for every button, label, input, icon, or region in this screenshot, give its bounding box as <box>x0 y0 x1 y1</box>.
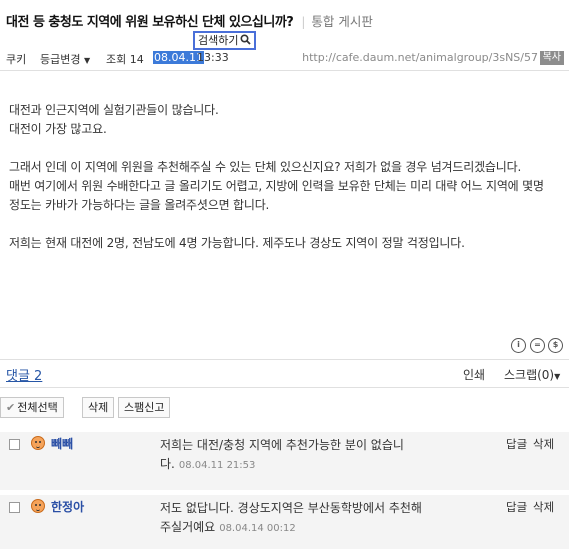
comment-delete-button[interactable]: 삭제 <box>533 499 554 515</box>
cc-nc-icon[interactable]: $ <box>548 338 563 353</box>
comment-author[interactable]: 빼빼 <box>51 435 73 452</box>
comment-reply-button[interactable]: 답글 <box>506 436 527 452</box>
scrap-dropdown[interactable]: 스크랩(0)▼ <box>504 366 560 383</box>
select-all-button[interactable]: ✔ 전체선택 <box>0 397 64 418</box>
post-url[interactable]: http://cafe.daum.net/animalgroup/3sNS/57 <box>302 51 538 64</box>
spam-report-button[interactable]: 스팸신고 <box>118 397 171 418</box>
body-line: 저희는 현재 대전에 2명, 전남도에 4명 가능합니다. 제주도나 경상도 지… <box>9 236 465 250</box>
checkmark-icon: ✔ <box>6 401 16 414</box>
search-icon <box>240 34 251 49</box>
comment-delete-button[interactable]: 삭제 <box>533 436 554 452</box>
title-row: 대전 등 충청도 지역에 위원 보유하신 단체 있으십니까? | 통합 게시판 <box>6 11 566 31</box>
view-count: 조회 14 <box>106 53 144 66</box>
grade-change-dropdown[interactable]: 등급변경 ▼ <box>40 51 90 67</box>
divider <box>0 70 569 71</box>
delete-button[interactable]: 삭제 <box>82 397 115 418</box>
cc-nd-icon[interactable]: = <box>530 338 545 353</box>
body-line: 그래서 인데 이 지역에 위원을 추천해주실 수 있는 단체 있으신지요? 저희… <box>9 160 522 174</box>
cc-by-icon[interactable]: i <box>511 338 526 353</box>
post-body: 대전과 인근지역에 실험기관들이 많습니다. 대전이 가장 많고요. 그래서 인… <box>9 101 557 253</box>
body-blank-line <box>9 215 557 234</box>
body-line: 대전이 가장 많고요. <box>9 122 107 136</box>
comment-author[interactable]: 한정아 <box>51 498 84 515</box>
comment-checkbox[interactable] <box>9 502 20 513</box>
reply-count-link[interactable]: 댓글 2 <box>6 365 42 384</box>
member-face-icon <box>31 499 45 513</box>
comment-checkbox[interactable] <box>9 439 20 450</box>
comment-item: 한정아 저도 없답니다. 경상도지역은 부산동학방에서 추천해주실거예요 08.0… <box>0 495 569 549</box>
title-separator: | <box>301 15 306 29</box>
body-line: 매번 여기에서 위원 수배한다고 글 올리기도 어렵고, 지방에 인력을 보유한… <box>9 179 544 212</box>
member-face-icon <box>31 436 45 450</box>
select-all-label: 전체선택 <box>17 401 58 414</box>
search-button-label: 검색하기 <box>198 34 239 47</box>
print-button[interactable]: 인쇄 <box>463 366 485 383</box>
caret-down-icon: ▼ <box>83 56 91 65</box>
copy-url-button[interactable]: 복사 <box>539 51 564 65</box>
comment-date: 08.04.14 00:12 <box>219 523 296 534</box>
post-meta: 쿠키 등급변경 ▼ 조회 14 08.04.11 13:33 http://ca… <box>6 51 564 67</box>
comment-date: 08.04.11 21:53 <box>178 460 256 471</box>
body-line: 대전과 인근지역에 실험기관들이 많습니다. <box>9 103 219 117</box>
post-title: 대전 등 충청도 지역에 위원 보유하신 단체 있으십니까? <box>6 15 294 30</box>
comment-item: 빼빼 저희는 대전/충청 지역에 추천가능한 분이 없습니다. 08.04.11 … <box>0 432 569 490</box>
cookie-label[interactable]: 쿠키 <box>6 51 26 67</box>
comment-reply-button[interactable]: 답글 <box>506 499 527 515</box>
divider <box>0 359 569 360</box>
body-blank-line <box>9 139 557 158</box>
grade-change-label: 등급변경 <box>40 53 81 66</box>
divider <box>0 387 569 388</box>
board-name-link[interactable]: 통합 게시판 <box>311 14 372 29</box>
post-time: 13:33 <box>197 51 229 64</box>
scrap-label: 스크랩(0) <box>504 368 555 382</box>
search-button[interactable]: 검색하기 <box>193 31 256 50</box>
caret-down-icon: ▼ <box>554 372 561 381</box>
comment-text: 저도 없답니다. 경상도지역은 부산동학방에서 추천해주실거예요 08.04.14… <box>160 499 424 538</box>
comment-text: 저희는 대전/충청 지역에 추천가능한 분이 없습니다. 08.04.11 21:… <box>160 436 424 475</box>
